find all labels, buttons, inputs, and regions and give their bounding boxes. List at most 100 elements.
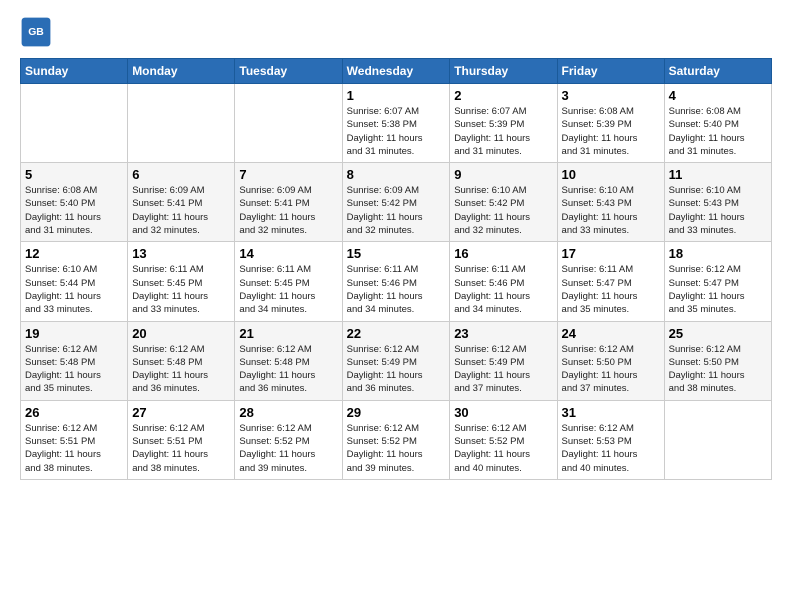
day-info: Sunrise: 6:12 AM Sunset: 5:47 PM Dayligh… — [669, 263, 767, 316]
day-number: 11 — [669, 167, 767, 182]
day-info: Sunrise: 6:09 AM Sunset: 5:41 PM Dayligh… — [132, 184, 230, 237]
calendar-cell — [664, 400, 771, 479]
calendar-week-row: 5 Sunrise: 6:08 AM Sunset: 5:40 PM Daylig… — [21, 163, 772, 242]
calendar-cell: 31 Sunrise: 6:12 AM Sunset: 5:53 PM Dayli… — [557, 400, 664, 479]
calendar-cell — [21, 84, 128, 163]
day-number: 7 — [239, 167, 337, 182]
calendar-cell: 3 Sunrise: 6:08 AM Sunset: 5:39 PM Daylig… — [557, 84, 664, 163]
weekday-header: Wednesday — [342, 59, 450, 84]
day-number: 2 — [454, 88, 552, 103]
day-number: 5 — [25, 167, 123, 182]
day-number: 12 — [25, 246, 123, 261]
day-number: 30 — [454, 405, 552, 420]
day-number: 25 — [669, 326, 767, 341]
day-info: Sunrise: 6:12 AM Sunset: 5:49 PM Dayligh… — [347, 343, 446, 396]
day-info: Sunrise: 6:10 AM Sunset: 5:42 PM Dayligh… — [454, 184, 552, 237]
day-number: 4 — [669, 88, 767, 103]
day-info: Sunrise: 6:12 AM Sunset: 5:48 PM Dayligh… — [132, 343, 230, 396]
day-number: 24 — [562, 326, 660, 341]
weekday-header: Thursday — [450, 59, 557, 84]
calendar-cell — [235, 84, 342, 163]
day-number: 16 — [454, 246, 552, 261]
day-info: Sunrise: 6:11 AM Sunset: 5:47 PM Dayligh… — [562, 263, 660, 316]
day-info: Sunrise: 6:12 AM Sunset: 5:50 PM Dayligh… — [669, 343, 767, 396]
day-number: 6 — [132, 167, 230, 182]
logo: GB — [20, 16, 56, 48]
day-number: 20 — [132, 326, 230, 341]
calendar-cell: 17 Sunrise: 6:11 AM Sunset: 5:47 PM Dayli… — [557, 242, 664, 321]
calendar-cell: 20 Sunrise: 6:12 AM Sunset: 5:48 PM Dayli… — [128, 321, 235, 400]
day-info: Sunrise: 6:11 AM Sunset: 5:46 PM Dayligh… — [347, 263, 446, 316]
day-info: Sunrise: 6:09 AM Sunset: 5:41 PM Dayligh… — [239, 184, 337, 237]
weekday-header: Friday — [557, 59, 664, 84]
calendar-cell: 14Sunrise: 6:11 AM Sunset: 5:45 PM Dayli… — [235, 242, 342, 321]
day-info: Sunrise: 6:12 AM Sunset: 5:50 PM Dayligh… — [562, 343, 660, 396]
day-number: 22 — [347, 326, 446, 341]
day-info: Sunrise: 6:12 AM Sunset: 5:49 PM Dayligh… — [454, 343, 552, 396]
calendar-cell — [128, 84, 235, 163]
calendar-table: SundayMondayTuesdayWednesdayThursdayFrid… — [20, 58, 772, 480]
header: GB — [20, 16, 772, 48]
day-number: 10 — [562, 167, 660, 182]
calendar-cell: 22 Sunrise: 6:12 AM Sunset: 5:49 PM Dayli… — [342, 321, 450, 400]
day-info: Sunrise: 6:12 AM Sunset: 5:53 PM Dayligh… — [562, 422, 660, 475]
day-number: 17 — [562, 246, 660, 261]
calendar-cell: 16 Sunrise: 6:11 AM Sunset: 5:46 PM Dayli… — [450, 242, 557, 321]
weekday-header: Monday — [128, 59, 235, 84]
day-info: Sunrise: 6:12 AM Sunset: 5:51 PM Dayligh… — [132, 422, 230, 475]
day-number: 27 — [132, 405, 230, 420]
svg-text:GB: GB — [28, 27, 44, 38]
day-number: 8 — [347, 167, 446, 182]
calendar-cell: 7 Sunrise: 6:09 AM Sunset: 5:41 PM Daylig… — [235, 163, 342, 242]
logo-icon: GB — [20, 16, 52, 48]
calendar-cell: 9 Sunrise: 6:10 AM Sunset: 5:42 PM Daylig… — [450, 163, 557, 242]
day-info: Sunrise: 6:10 AM Sunset: 5:44 PM Dayligh… — [25, 263, 123, 316]
day-number: 3 — [562, 88, 660, 103]
calendar-week-row: 26 Sunrise: 6:12 AM Sunset: 5:51 PM Dayli… — [21, 400, 772, 479]
day-number: 14 — [239, 246, 337, 261]
day-info: Sunrise: 6:12 AM Sunset: 5:51 PM Dayligh… — [25, 422, 123, 475]
day-info: Sunrise: 6:12 AM Sunset: 5:48 PM Dayligh… — [239, 343, 337, 396]
calendar-cell: 15Sunrise: 6:11 AM Sunset: 5:46 PM Dayli… — [342, 242, 450, 321]
weekday-header: Saturday — [664, 59, 771, 84]
day-number: 26 — [25, 405, 123, 420]
calendar-cell: 2 Sunrise: 6:07 AM Sunset: 5:39 PM Daylig… — [450, 84, 557, 163]
day-number: 29 — [347, 405, 446, 420]
day-info: Sunrise: 6:08 AM Sunset: 5:40 PM Dayligh… — [669, 105, 767, 158]
calendar-cell: 10 Sunrise: 6:10 AM Sunset: 5:43 PM Dayli… — [557, 163, 664, 242]
calendar-week-row: 1Sunrise: 6:07 AM Sunset: 5:38 PM Daylig… — [21, 84, 772, 163]
weekday-header: Tuesday — [235, 59, 342, 84]
calendar-cell: 11Sunrise: 6:10 AM Sunset: 5:43 PM Dayli… — [664, 163, 771, 242]
calendar-cell: 27 Sunrise: 6:12 AM Sunset: 5:51 PM Dayli… — [128, 400, 235, 479]
calendar-cell: 23Sunrise: 6:12 AM Sunset: 5:49 PM Dayli… — [450, 321, 557, 400]
calendar-cell: 6 Sunrise: 6:09 AM Sunset: 5:41 PM Daylig… — [128, 163, 235, 242]
day-number: 31 — [562, 405, 660, 420]
day-number: 1 — [347, 88, 446, 103]
day-info: Sunrise: 6:09 AM Sunset: 5:42 PM Dayligh… — [347, 184, 446, 237]
day-info: Sunrise: 6:12 AM Sunset: 5:52 PM Dayligh… — [347, 422, 446, 475]
day-number: 9 — [454, 167, 552, 182]
calendar-cell: 19Sunrise: 6:12 AM Sunset: 5:48 PM Dayli… — [21, 321, 128, 400]
calendar-cell: 25 Sunrise: 6:12 AM Sunset: 5:50 PM Dayli… — [664, 321, 771, 400]
calendar-cell: 1Sunrise: 6:07 AM Sunset: 5:38 PM Daylig… — [342, 84, 450, 163]
calendar-cell: 8 Sunrise: 6:09 AM Sunset: 5:42 PM Daylig… — [342, 163, 450, 242]
day-info: Sunrise: 6:11 AM Sunset: 5:45 PM Dayligh… — [132, 263, 230, 316]
day-number: 13 — [132, 246, 230, 261]
day-info: Sunrise: 6:10 AM Sunset: 5:43 PM Dayligh… — [562, 184, 660, 237]
calendar-cell: 24 Sunrise: 6:12 AM Sunset: 5:50 PM Dayli… — [557, 321, 664, 400]
day-number: 18 — [669, 246, 767, 261]
calendar-cell: 5 Sunrise: 6:08 AM Sunset: 5:40 PM Daylig… — [21, 163, 128, 242]
day-info: Sunrise: 6:08 AM Sunset: 5:40 PM Dayligh… — [25, 184, 123, 237]
calendar-cell: 4 Sunrise: 6:08 AM Sunset: 5:40 PM Daylig… — [664, 84, 771, 163]
weekday-header: Sunday — [21, 59, 128, 84]
day-info: Sunrise: 6:12 AM Sunset: 5:48 PM Dayligh… — [25, 343, 123, 396]
day-number: 28 — [239, 405, 337, 420]
weekday-header-row: SundayMondayTuesdayWednesdayThursdayFrid… — [21, 59, 772, 84]
calendar-cell: 30Sunrise: 6:12 AM Sunset: 5:52 PM Dayli… — [450, 400, 557, 479]
day-info: Sunrise: 6:07 AM Sunset: 5:39 PM Dayligh… — [454, 105, 552, 158]
day-info: Sunrise: 6:11 AM Sunset: 5:46 PM Dayligh… — [454, 263, 552, 316]
day-info: Sunrise: 6:08 AM Sunset: 5:39 PM Dayligh… — [562, 105, 660, 158]
calendar-week-row: 12 Sunrise: 6:10 AM Sunset: 5:44 PM Dayli… — [21, 242, 772, 321]
calendar-cell: 18 Sunrise: 6:12 AM Sunset: 5:47 PM Dayli… — [664, 242, 771, 321]
calendar-cell: 26 Sunrise: 6:12 AM Sunset: 5:51 PM Dayli… — [21, 400, 128, 479]
